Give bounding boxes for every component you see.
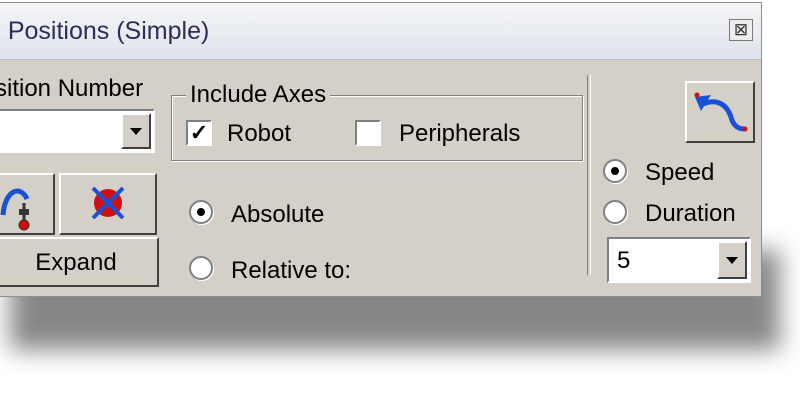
title-bar: h Positions (Simple) ⊠ <box>0 3 761 60</box>
robot-move-icon <box>0 188 30 231</box>
absolute-label: Absolute <box>231 201 325 228</box>
speed-label: Speed <box>645 159 715 186</box>
peripherals-checkbox[interactable] <box>355 120 381 146</box>
chevron-down-icon <box>726 257 738 264</box>
window-title: h Positions (Simple) <box>0 17 210 45</box>
expand-button[interactable]: Expand <box>0 237 159 287</box>
robot-move-button[interactable] <box>0 173 55 235</box>
position-number-dropdown[interactable] <box>0 109 155 153</box>
close-button[interactable]: ⊠ <box>729 19 753 41</box>
duration-label: Duration <box>645 200 736 227</box>
path-move-icon <box>694 92 748 132</box>
speed-dropdown-button[interactable] <box>717 241 747 279</box>
speed-value: 5 <box>617 247 631 274</box>
positions-dialog: h Positions (Simple) ⊠ sition Number Exp… <box>0 2 762 297</box>
checkmark-icon: ✓ <box>189 120 209 145</box>
path-move-button[interactable] <box>685 81 755 143</box>
vertical-separator <box>587 75 591 275</box>
duration-radio[interactable] <box>603 200 627 224</box>
include-axes-title: Include Axes <box>186 81 331 109</box>
absolute-radio[interactable] <box>189 200 213 224</box>
close-icon: ⊠ <box>733 20 749 39</box>
robot-label: Robot <box>227 120 292 147</box>
peripherals-label: Peripherals <box>399 120 521 147</box>
chevron-down-icon <box>130 128 142 135</box>
speed-value-dropdown[interactable]: 5 <box>607 237 751 283</box>
expand-button-label: Expand <box>35 249 117 276</box>
position-number-label: sition Number <box>0 75 144 102</box>
relative-label: Relative to: <box>231 257 352 284</box>
position-dropdown-button[interactable] <box>121 113 151 149</box>
delete-position-icon <box>91 186 125 220</box>
robot-checkbox[interactable]: ✓ <box>186 120 212 146</box>
relative-radio[interactable] <box>189 256 213 280</box>
speed-radio[interactable] <box>603 159 627 183</box>
delete-position-button[interactable] <box>59 173 157 235</box>
